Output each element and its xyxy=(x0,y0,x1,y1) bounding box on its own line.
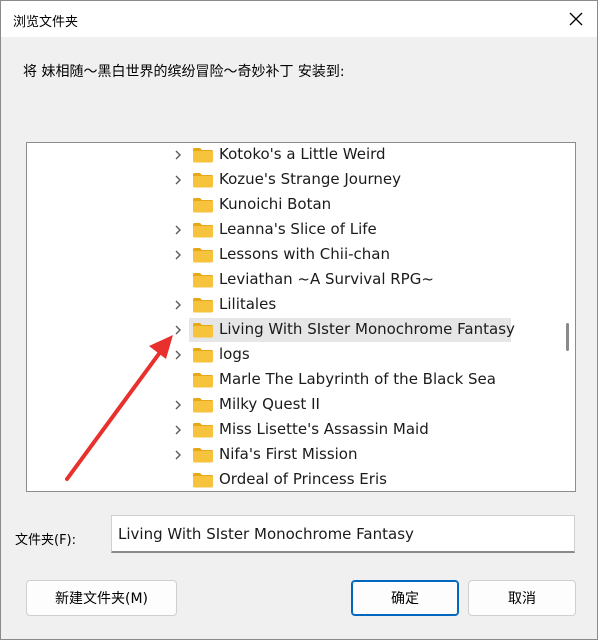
tree-item[interactable]: Milky Quest II xyxy=(27,393,567,417)
folder-icon xyxy=(193,323,213,338)
browse-folder-dialog: 浏览文件夹 将 妹相随～黑白世界的缤纷冒险～奇妙补丁 安装到: Kotoko's… xyxy=(0,0,598,640)
chevron-right-icon[interactable] xyxy=(172,324,184,336)
chevron-right-icon[interactable] xyxy=(172,174,184,186)
folder-field-label: 文件夹(F): xyxy=(15,533,77,548)
tree-item[interactable]: Lessons with Chii-chan xyxy=(27,243,567,267)
tree-item-label: Leviathan ~A Survival RPG~ xyxy=(219,270,434,288)
tree-item-label: Ordeal of Princess Eris xyxy=(219,470,387,488)
tree-item[interactable]: logs xyxy=(27,343,567,367)
tree-item[interactable]: Kunoichi Botan xyxy=(27,193,567,217)
tree-item-label: Living With SIster Monochrome Fantasy xyxy=(219,320,515,338)
tree-item-label: Kotoko's a Little Weird xyxy=(219,145,386,163)
folder-icon xyxy=(193,373,213,388)
folder-icon xyxy=(193,398,213,413)
chevron-right-icon[interactable] xyxy=(172,299,184,311)
tree-item-label: Miss Lisette's Assassin Maid xyxy=(219,420,429,438)
folder-icon xyxy=(193,148,213,163)
tree-item-label: Milky Quest II xyxy=(219,395,320,413)
install-prompt: 将 妹相随～黑白世界的缤纷冒险～奇妙补丁 安装到: xyxy=(23,64,345,80)
chevron-right-icon[interactable] xyxy=(172,249,184,261)
folder-icon xyxy=(193,273,213,288)
tree-item-label: Lessons with Chii-chan xyxy=(219,245,390,263)
tree-item[interactable]: Leviathan ~A Survival RPG~ xyxy=(27,268,567,292)
cancel-button[interactable]: 取消 xyxy=(468,580,576,616)
folder-icon xyxy=(193,298,213,313)
window-title: 浏览文件夹 xyxy=(13,15,79,30)
tree-item[interactable]: Kozue's Strange Journey xyxy=(27,168,567,192)
chevron-right-icon[interactable] xyxy=(172,449,184,461)
tree-item-label: Nifa's First Mission xyxy=(219,445,358,463)
folder-icon xyxy=(193,173,213,188)
tree-item-label: Lilitales xyxy=(219,295,277,313)
folder-icon xyxy=(193,473,213,488)
tree-item-label: Marle The Labyrinth of the Black Sea xyxy=(219,370,496,388)
chevron-right-icon[interactable] xyxy=(172,399,184,411)
chevron-right-icon[interactable] xyxy=(172,349,184,361)
tree-item[interactable]: Miss Lisette's Assassin Maid xyxy=(27,418,567,442)
folder-icon xyxy=(193,198,213,213)
tree-item-label: Leanna's Slice of Life xyxy=(219,220,377,238)
tree-item-label: logs xyxy=(219,345,250,363)
folder-icon xyxy=(193,423,213,438)
chevron-right-icon[interactable] xyxy=(172,149,184,161)
tree-item[interactable]: Kotoko's a Little Weird xyxy=(27,143,567,167)
tree-item[interactable]: Leanna's Slice of Life xyxy=(27,218,567,242)
folder-icon xyxy=(193,223,213,238)
ok-button[interactable]: 确定 xyxy=(351,580,459,616)
folder-icon xyxy=(193,248,213,263)
folder-path-input[interactable] xyxy=(111,515,575,553)
folder-tree[interactable]: Kotoko's a Little Weird Kozue's Strange J… xyxy=(26,142,576,492)
folder-icon xyxy=(193,348,213,363)
tree-item-label: Kunoichi Botan xyxy=(219,195,332,213)
title-bar: 浏览文件夹 xyxy=(1,1,597,37)
tree-item[interactable]: Ordeal of Princess Eris xyxy=(27,468,567,491)
close-icon xyxy=(569,12,583,26)
new-folder-button[interactable]: 新建文件夹(M) xyxy=(26,580,177,616)
tree-item-label: Kozue's Strange Journey xyxy=(219,170,401,188)
tree-item[interactable]: Nifa's First Mission xyxy=(27,443,567,467)
tree-item[interactable]: Lilitales xyxy=(27,293,567,317)
tree-item[interactable]: Living With SIster Monochrome Fantasy xyxy=(27,318,567,342)
close-button[interactable] xyxy=(563,7,589,31)
folder-icon xyxy=(193,448,213,463)
chevron-right-icon[interactable] xyxy=(172,424,184,436)
chevron-right-icon[interactable] xyxy=(172,224,184,236)
tree-item[interactable]: Marle The Labyrinth of the Black Sea xyxy=(27,368,567,392)
